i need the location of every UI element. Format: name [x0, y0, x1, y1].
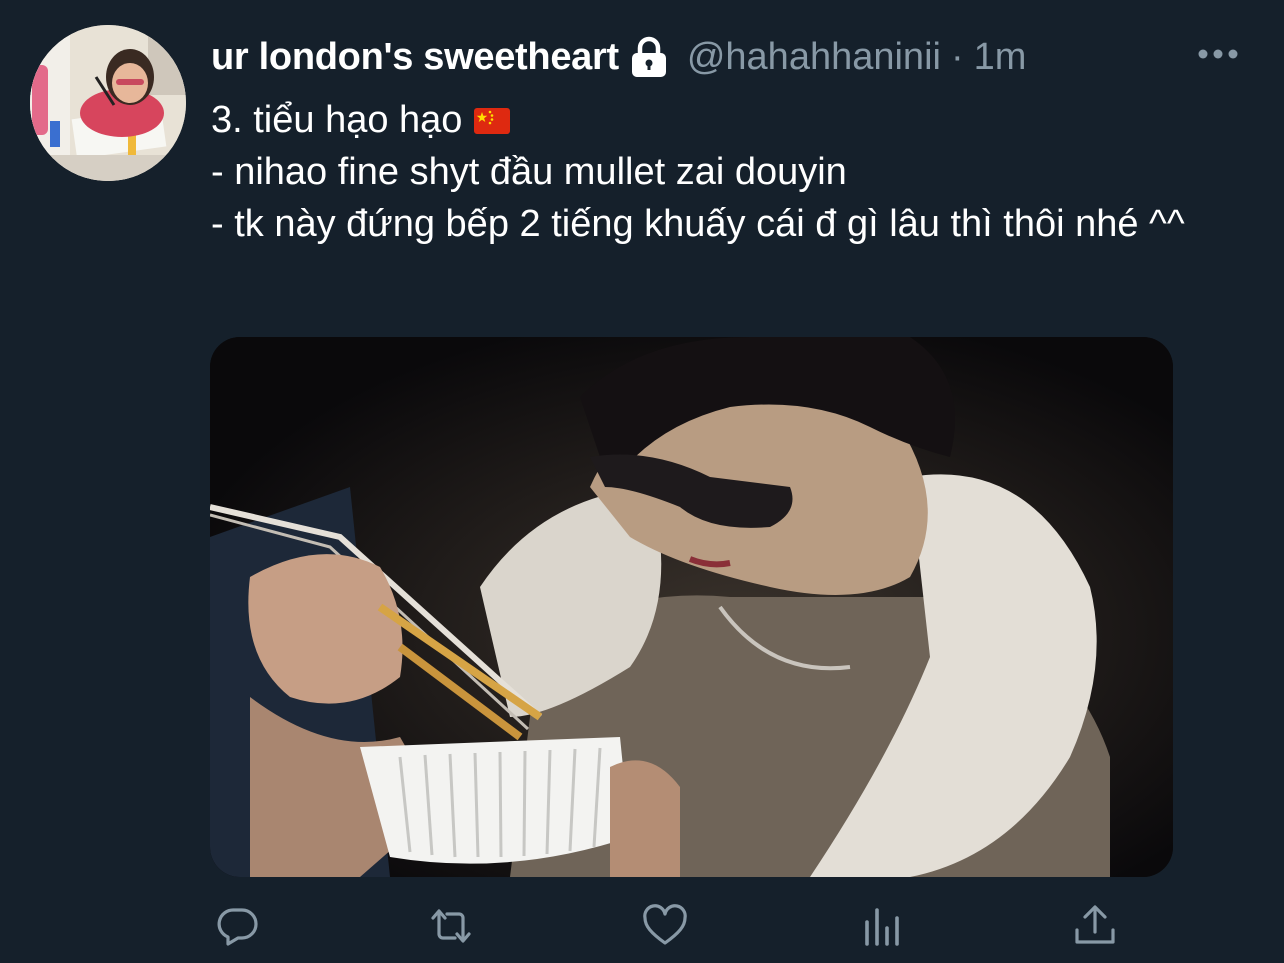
analytics-icon: [857, 902, 905, 955]
retweet-button[interactable]: [423, 900, 479, 956]
tweet-header: ur london's sweetheart @hahahhaninii · 1…: [211, 34, 1026, 80]
reply-icon: [214, 902, 262, 955]
tweet-actions: [210, 900, 1130, 960]
tweet-media-photo[interactable]: [210, 337, 1173, 877]
user-handle[interactable]: @hahahhaninii: [687, 36, 941, 79]
heart-icon: [641, 902, 689, 955]
avatar[interactable]: [30, 25, 186, 181]
photo-person-eating-noodles: [210, 337, 1173, 877]
timestamp[interactable]: 1m: [974, 36, 1027, 79]
tweet-text-line: 3. tiểu hạo hạo: [211, 94, 1231, 146]
tweet-line-2: - nihao fine shyt đầu mullet zai douyin: [211, 151, 847, 193]
reply-button[interactable]: [210, 900, 266, 956]
avatar-image: [30, 25, 186, 181]
china-flag-icon: [474, 96, 511, 134]
analytics-button[interactable]: [853, 900, 909, 956]
display-name[interactable]: ur london's sweetheart: [211, 36, 619, 79]
tweet-line-1: 3. tiểu hạo hạo: [211, 99, 463, 141]
like-button[interactable]: [637, 900, 693, 956]
separator-dot: ·: [950, 35, 964, 78]
more-icon[interactable]: [1196, 44, 1240, 64]
share-icon: [1071, 902, 1119, 955]
retweet-icon: [427, 902, 475, 955]
lock-icon: [629, 35, 669, 79]
tweet[interactable]: ur london's sweetheart @hahahhaninii · 1…: [0, 0, 1284, 963]
share-button[interactable]: [1067, 900, 1123, 956]
tweet-text: 3. tiểu hạo hạo - nihao fine shyt đầu mu…: [211, 94, 1231, 250]
tweet-line-3: - tk này đứng bếp 2 tiếng khuấy cái đ gì…: [211, 203, 1185, 245]
